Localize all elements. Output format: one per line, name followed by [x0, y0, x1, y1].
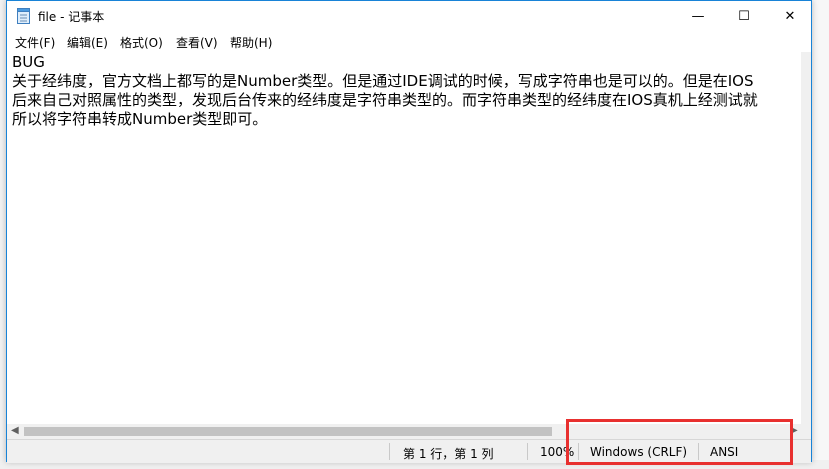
- vertical-scrollbar[interactable]: [801, 52, 811, 424]
- status-separator: [389, 443, 390, 460]
- editor-line: 后来自己对照属性的类型，发现后台传来的经纬度是字符串类型的。而字符串类型的经纬度…: [12, 91, 758, 109]
- maximize-button[interactable]: ☐: [721, 1, 767, 31]
- close-button[interactable]: ✕: [767, 1, 813, 31]
- close-icon: ✕: [784, 8, 796, 24]
- menu-view[interactable]: 查看(V): [176, 34, 218, 51]
- status-separator: [527, 443, 528, 460]
- editor-line: BUG: [12, 53, 45, 71]
- text-editor[interactable]: BUG 关于经纬度，官方文档上都写的是Number类型。但是通过IDE调试的时候，…: [7, 52, 801, 424]
- highlight-annotation-box: [566, 419, 793, 465]
- window-title: file - 记事本: [38, 10, 105, 24]
- menu-edit[interactable]: 编辑(E): [67, 34, 108, 51]
- editor-line: 关于经纬度，官方文档上都写的是Number类型。但是通过IDE调试的时候，写成字…: [12, 72, 754, 90]
- menu-file[interactable]: 文件(F): [15, 34, 55, 51]
- menu-format[interactable]: 格式(O): [120, 34, 163, 51]
- editor-content[interactable]: BUG 关于经纬度，官方文档上都写的是Number类型。但是通过IDE调试的时候，…: [12, 53, 801, 423]
- cursor-position: 第 1 行，第 1 列: [403, 447, 494, 461]
- notepad-window: file - 记事本 — ☐ ✕ 文件(F) 编辑(E) 格式(O) 查看(V)…: [6, 0, 812, 463]
- maximize-icon: ☐: [738, 8, 750, 24]
- minimize-icon: —: [691, 8, 705, 24]
- desktop-background-right: [812, 0, 829, 469]
- horizontal-scroll-thumb[interactable]: [24, 427, 552, 436]
- menu-help[interactable]: 帮助(H): [230, 34, 272, 51]
- minimize-button[interactable]: —: [675, 1, 721, 31]
- notepad-icon: [17, 8, 30, 24]
- scrollbar-corner: [801, 424, 811, 439]
- menu-bar: 文件(F) 编辑(E) 格式(O) 查看(V) 帮助(H): [7, 31, 811, 52]
- scroll-left-icon[interactable]: ◀: [11, 425, 19, 436]
- editor-line: 所以将字符串转成Number类型即可。: [12, 110, 268, 128]
- title-bar[interactable]: file - 记事本 — ☐ ✕: [7, 1, 811, 31]
